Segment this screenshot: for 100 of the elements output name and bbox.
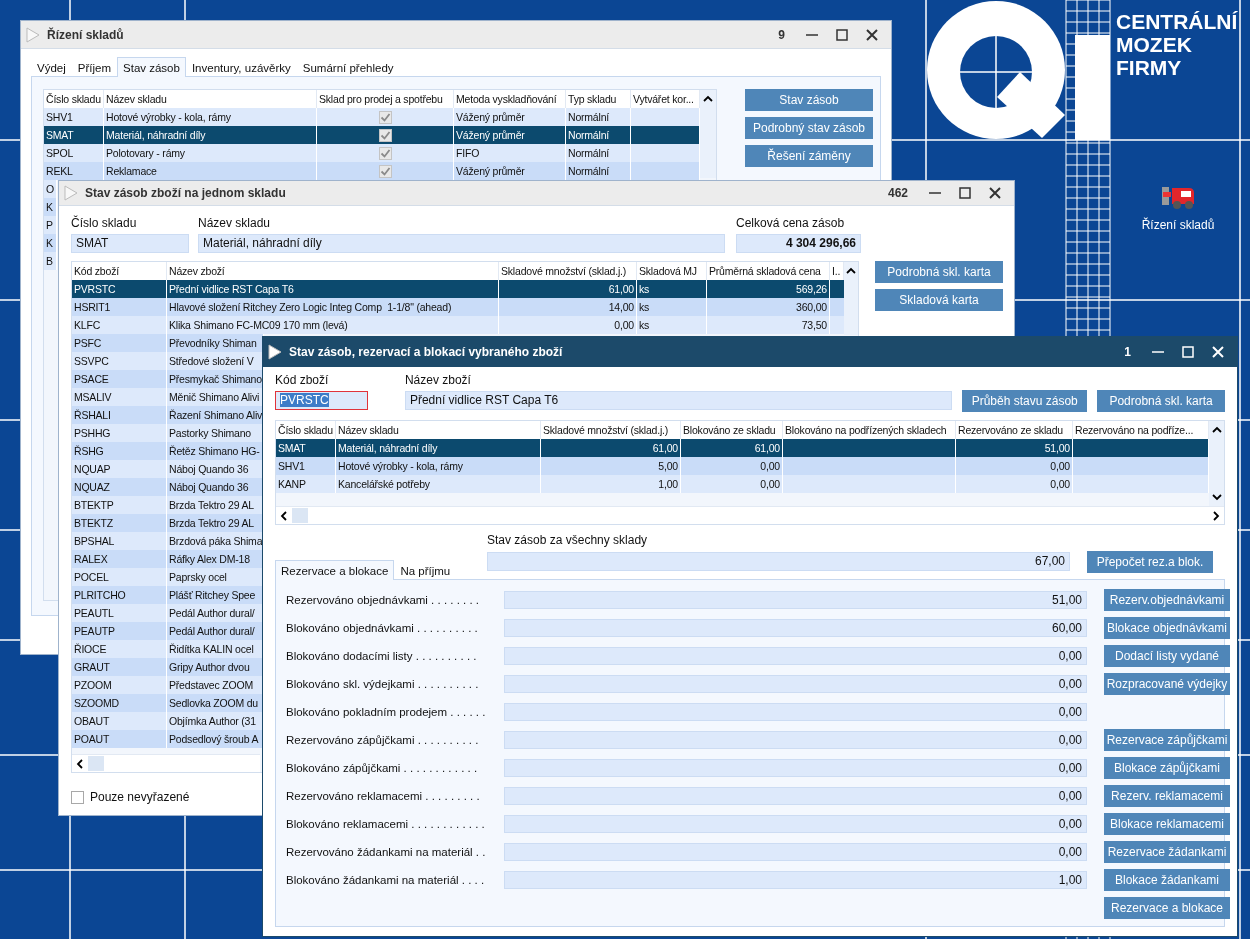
table-row[interactable]: ŘIOCE Řidítka KALIN ocel [72,640,264,658]
input-field[interactable]: Materiál, náhradní díly [198,234,725,253]
table-row[interactable]: SSVPC Středové složení V [72,352,264,370]
desktop-shortcut[interactable]: Řízení skladů [1136,184,1220,232]
action-button[interactable]: Podrobná skl. karta [875,261,1003,283]
scrollbar-thumb[interactable] [292,508,308,523]
table-row[interactable]: KANP Kancelářské potřeby 1,00 0,00 0,00 [276,475,1209,493]
table-row[interactable]: KLFC Klika Shimano FC-MC09 170 mm (levá) 0,00 ks 73,50 [72,316,844,334]
table-row[interactable]: POCEL Paprsky ocel [72,568,264,586]
tab[interactable]: Rezervace a blokace [275,560,395,580]
table-row[interactable]: SMAT Materiál, náhradní díly Vážený průměr Normální [44,126,700,144]
input-field[interactable]: 0,00 [504,843,1087,861]
table-row[interactable]: PVRSTC Přední vidlice RST Capa T6 61,00 ks 569,26 [72,280,844,298]
maximize-button[interactable] [1179,343,1197,361]
horizontal-scrollbar[interactable] [72,754,260,772]
input-field[interactable]: 0,00 [504,787,1087,805]
table-row[interactable]: BTEKTZ Brzda Tektro 29 AL [72,514,264,532]
table-row[interactable]: GRAUT Gripy Author dvou [72,658,264,676]
table-row[interactable]: BTEKTP Brzda Tektro 29 AL [72,496,264,514]
input-field[interactable]: 0,00 [504,731,1087,749]
action-button[interactable]: Podrobný stav zásob [745,117,873,139]
horizontal-scrollbar[interactable] [276,506,1224,524]
input-field[interactable]: SMAT [71,234,189,253]
table-row[interactable]: ŘSHG Řetěz Shimano HG- [72,442,264,460]
table-row[interactable]: SHV1 Hotové výrobky - kola, rámy Vážený průměr Normální [44,108,700,126]
action-button[interactable]: Rezerv.objednávkami [1104,589,1230,611]
table-row[interactable]: PEAUTL Pedál Author dural/ [72,604,264,622]
action-button[interactable]: Rezervace a blokace [1104,897,1230,919]
vertical-scrollbar[interactable] [844,262,858,335]
field-label: Název zboží [404,373,472,387]
action-button[interactable]: Blokace žádankami [1104,869,1230,891]
input-field[interactable]: 0,00 [504,815,1087,833]
field-label: Rezervováno objednávkami . . . . . . . . [286,594,481,606]
table-row[interactable]: MSALIV Měnič Shimano Alivi [72,388,264,406]
field-label: Blokováno dodacími listy . . . . . . . . . . [286,650,478,662]
input-field[interactable]: Přední vidlice RST Capa T6 [404,391,953,410]
input-field[interactable]: 51,00 [504,591,1087,609]
table-row[interactable]: SPOL Polotovary - rámy FIFO Normální [44,144,700,162]
table-row[interactable]: POAUT Podsedlový šroub A [72,730,264,748]
table-row[interactable]: SHV1 Hotové výrobky - kola, rámy 5,00 0,00 0,00 [276,457,1209,475]
input-field[interactable]: 67,00 [487,552,1070,571]
logo-text: MOZEK [1116,33,1193,56]
table-cell: K [44,198,57,216]
table-row[interactable]: SMAT Materiál, náhradní díly 61,00 61,00 51,00 [276,439,1209,457]
maximize-icon [836,28,848,41]
table-row[interactable]: ŘSHALI Řazení Shimano Aliv [72,406,264,424]
action-button[interactable]: Řešení záměny [745,145,873,167]
input-field[interactable]: 0,00 [504,647,1087,665]
field-label: Rezervováno zápůjčkami . . . . . . . . . . [286,734,480,746]
table-row[interactable]: NQUAZ Náboj Quando 36 [72,478,264,496]
action-button[interactable]: Rezervace zápůjčkami [1104,729,1230,751]
action-button[interactable]: Stav zásob [745,89,873,111]
input-field[interactable]: 1,00 [504,871,1087,889]
table-row[interactable]: PSFC Převodníky Shiman [72,334,264,352]
input-field[interactable]: 0,00 [504,675,1087,693]
table-row[interactable]: PEAUTP Pedál Author dural/ [72,622,264,640]
action-button[interactable]: Blokace objednávkami [1104,617,1230,639]
table-row[interactable]: RALEX Ráfky Alex DM-18 [72,550,264,568]
action-button[interactable]: Rezervace žádankami [1104,841,1230,863]
table-row[interactable]: PLRITCHO Plášť Ritchey Spee [72,586,264,604]
table-row[interactable]: SZOOMD Sedlovka ZOOM du [72,694,264,712]
field-label: Kód zboží [275,373,330,387]
table-row[interactable]: REKL Reklamace Vážený průměr Normální [44,162,700,180]
action-button[interactable]: Průběh stavu zásob [962,390,1088,412]
field-label: Blokováno žádankami na materiál . . . . [286,874,486,886]
field-label: Rezervováno reklamacemi . . . . . . . . . [286,790,481,802]
action-button[interactable]: Podrobná skl. karta [1097,390,1225,412]
input-field[interactable]: PVRSTC [275,391,368,410]
chevron-right-icon [1212,510,1220,521]
vertical-scrollbar[interactable] [700,90,716,178]
action-button[interactable]: Blokace reklamacemi [1104,813,1230,835]
table-cell: 0,00 [956,475,1073,493]
tab[interactable]: Stav zásob [117,57,186,77]
table-row[interactable]: PSACE Přesmykač Shimano [72,370,264,388]
field-label: Číslo skladu [71,216,138,230]
window-title: Stav zásob, rezervací a blokací vybraného zboží [289,345,564,359]
table-cell: Kancelářské potřeby [336,475,541,493]
input-field[interactable]: 60,00 [504,619,1087,637]
table-row[interactable]: PSHHG Pastorky Shimano [72,424,264,442]
chevron-up-icon [846,267,856,275]
action-button[interactable]: Rozpracované výdejky [1104,673,1230,695]
action-button[interactable]: Dodací listy vydané [1104,645,1230,667]
vertical-scrollbar[interactable] [1209,421,1224,506]
action-button[interactable]: Přepočet rez.a blok. [1087,551,1213,573]
table-row[interactable]: PZOOM Představec ZOOM [72,676,264,694]
field-label: Blokováno zápůjčkami . . . . . . . . . . . . [286,762,479,774]
table-row[interactable]: NQUAP Náboj Quando 36 [72,460,264,478]
table-row[interactable]: BPSHAL Brzdová páka Shima [72,532,264,550]
input-field[interactable]: 0,00 [504,703,1087,721]
checkbox[interactable] [71,790,84,804]
input-field[interactable]: 0,00 [504,759,1087,777]
action-button[interactable]: Rezerv. reklamacemi [1104,785,1230,807]
table-row[interactable]: HSRIT1 Hlavové složení Ritchey Zero Logic Integ Comp 1-1/8" (ahead) 14,00 ks 360,00 [72,298,844,316]
action-button[interactable]: Skladová karta [875,289,1003,311]
scrollbar-thumb[interactable] [88,756,104,771]
input-field[interactable]: 4 304 296,66 [736,234,861,253]
window-counter: 1 [1124,345,1131,359]
table-row[interactable]: OBAUT Objímka Author (31 [72,712,264,730]
action-button[interactable]: Blokace zápůjčkami [1104,757,1230,779]
maximize-button[interactable] [956,184,974,202]
